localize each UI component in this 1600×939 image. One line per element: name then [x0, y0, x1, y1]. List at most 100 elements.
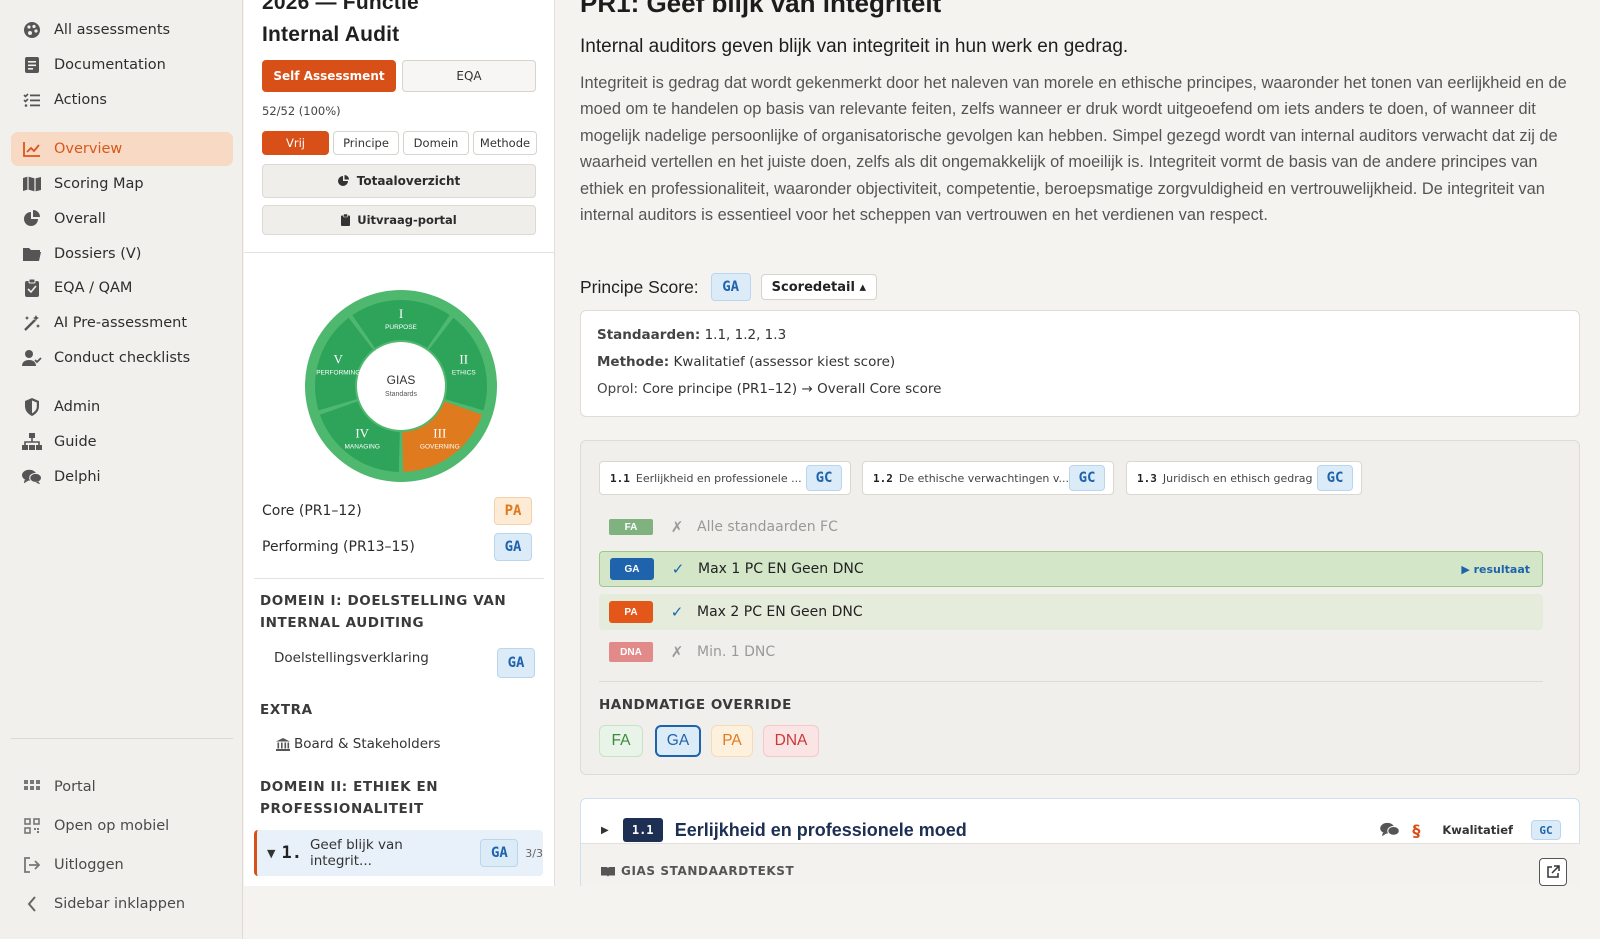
- sidebar-item-dossiers[interactable]: Dossiers (V): [11, 237, 233, 271]
- override-dna-button[interactable]: DNA: [763, 725, 819, 757]
- principle-badge: GA: [480, 839, 519, 867]
- wheel-segment-label: GOVERNING: [420, 443, 460, 450]
- sidebar-item-uitloggen[interactable]: Uitloggen: [11, 848, 233, 882]
- principle-score-label: Principe Score:: [580, 276, 699, 297]
- principle-score-row: Principe Score: GA Scoredetail ▴: [580, 271, 877, 303]
- domain-2-heading: DOMEIN II: ETHIEK EN PROFESSIONALITEIT: [260, 779, 439, 817]
- filter-vrij[interactable]: Vrij: [262, 131, 329, 155]
- sidebar-item-label: Guide: [54, 434, 97, 450]
- comments-icon[interactable]: [1380, 822, 1401, 838]
- sidebar-item-conduct-checklists[interactable]: Conduct checklists: [11, 341, 233, 375]
- score-row-core[interactable]: Core (PR1–12) PA: [262, 496, 532, 526]
- standard-code: 1.2: [873, 471, 893, 485]
- sidebar-collapse-button[interactable]: Sidebar inklappen: [11, 887, 233, 921]
- standards-value: 1.1, 1.2, 1.3: [704, 327, 787, 343]
- sidebar-item-documentation[interactable]: Documentation: [11, 48, 233, 82]
- magic-wand-icon: [22, 313, 42, 333]
- sidebar-item-ai-pre-assessment[interactable]: AI Pre-assessment: [11, 306, 233, 340]
- rule-row-fa: FA ✗ Alle standaarden FC: [599, 509, 1543, 545]
- check-icon: ✓: [671, 560, 685, 578]
- wheel-segment-numeral: I: [399, 306, 403, 321]
- sidebar-item-scoring-map[interactable]: Scoring Map: [11, 167, 233, 201]
- sidebar-item-label: Uitloggen: [54, 857, 124, 873]
- score-label: Core (PR1–12): [262, 503, 362, 519]
- score-label: Performing (PR13–15): [262, 539, 415, 555]
- standard-code: 1.3: [1137, 471, 1157, 485]
- standard-score-badge: GC: [1531, 820, 1561, 840]
- board-stakeholders-item[interactable]: Board & Stakeholders: [276, 736, 441, 752]
- totaaloverzicht-button[interactable]: Totaaloverzicht: [262, 164, 536, 198]
- folder-icon: [22, 244, 42, 264]
- standard-badge: GC: [1317, 465, 1353, 491]
- sidebar-item-overview[interactable]: Overview: [11, 132, 233, 166]
- sidebar-item-actions[interactable]: Actions: [11, 83, 233, 117]
- score-row-performing[interactable]: Performing (PR13–15) GA: [262, 532, 532, 562]
- standards-label: Standaarden:: [597, 327, 701, 343]
- standard-badge: GC: [1069, 465, 1105, 491]
- method-label: Methode:: [597, 354, 670, 370]
- selected-principle-row[interactable]: ▼ 1. Geef blijk van integrit... GA 3/3: [254, 830, 543, 876]
- sidebar-item-guide[interactable]: Guide: [11, 425, 233, 459]
- standard-label: De ethische verwachtingen v...: [898, 471, 1069, 485]
- override-fa-button[interactable]: FA: [599, 725, 643, 757]
- filter-domein[interactable]: Domein: [403, 131, 469, 155]
- standard-title: Eerlijkheid en professionele moed: [674, 819, 967, 840]
- sidebar-item-label: Overview: [54, 141, 123, 157]
- wheel-segment-numeral: V: [334, 352, 344, 367]
- checklist-icon: [22, 90, 42, 110]
- sidebar-item-eqa-qam[interactable]: EQA / QAM: [11, 271, 233, 305]
- sidebar-item-open-op-mobiel[interactable]: Open op mobiel: [11, 809, 233, 843]
- sidebar-item-label: Portal: [54, 779, 96, 795]
- gias-standard-text-bar: GIAS STANDAARDTEKST: [581, 843, 1580, 886]
- rule-text: Alle standaarden FC: [697, 519, 838, 535]
- standard-tab-1-2[interactable]: 1.2 De ethische verwachtingen v... GC: [862, 461, 1114, 495]
- sidebar-item-label: Scoring Map: [54, 176, 144, 192]
- assessment-title-line2: Internal Audit: [262, 23, 400, 46]
- section-icon[interactable]: §: [1412, 821, 1420, 840]
- override-ga-button[interactable]: GA: [655, 725, 701, 757]
- wheel-segment-numeral: III: [433, 425, 446, 440]
- sidebar-item-label: Conduct checklists: [54, 350, 191, 366]
- self-assessment-button[interactable]: Self Assessment: [262, 60, 396, 92]
- chart-line-icon: [22, 139, 42, 159]
- sidebar-item-label: AI Pre-assessment: [54, 315, 188, 331]
- gias-standard-text-label: GIAS STANDAARDTEKST: [601, 864, 794, 878]
- wheel-center-title: GIAS: [386, 373, 416, 387]
- sidebar-item-overall[interactable]: Overall: [11, 202, 233, 236]
- sidebar-item-label: Documentation: [54, 57, 166, 73]
- sidebar-item-admin[interactable]: Admin: [11, 390, 233, 424]
- sidebar-item-delphi[interactable]: Delphi: [11, 460, 233, 494]
- sidebar-divider: [11, 738, 233, 739]
- cross-icon: ✗: [670, 518, 684, 536]
- standard-tab-1-1[interactable]: 1.1 Eerlijkheid en professionele ... GC: [599, 461, 851, 495]
- eqa-button[interactable]: EQA: [402, 60, 536, 92]
- chevron-right-icon: ▶: [601, 824, 609, 836]
- gias-wheel[interactable]: I PURPOSE II ETHICS III GOVERNING IV MANAGING V P…: [303, 288, 499, 484]
- sidebar-item-portal[interactable]: Portal: [11, 770, 233, 804]
- filter-principe[interactable]: Principe: [333, 131, 399, 155]
- standard-code-badge: 1.1: [622, 818, 663, 842]
- resultaat-link[interactable]: ▶ resultaat: [1461, 563, 1530, 576]
- sidebar-item-label: Sidebar inklappen: [54, 896, 186, 912]
- method-value: Kwalitatief (assessor kiest score): [673, 354, 896, 370]
- open-external-icon[interactable]: [1539, 858, 1567, 886]
- sidebar-item-label: Open op mobiel: [54, 818, 170, 834]
- rule-pill: DNA: [609, 642, 653, 662]
- scoredetail-button[interactable]: Scoredetail ▴: [760, 274, 877, 300]
- sidebar-item-label: Dossiers (V): [54, 246, 142, 262]
- oprol-line: Oprol: Core principe (PR1–12) → Overall …: [597, 381, 941, 397]
- override-pa-button[interactable]: PA: [711, 725, 753, 757]
- chevron-left-icon: [22, 894, 42, 914]
- clipboard-icon: [22, 278, 42, 298]
- filter-methode[interactable]: Methode: [473, 131, 537, 155]
- rule-row-ga: GA ✓ Max 1 PC EN Geen DNC ▶ resultaat: [599, 551, 1543, 587]
- map-icon: [22, 174, 42, 194]
- assessment-panel: 2026 — Functie Internal Audit Self Asses…: [244, 0, 555, 886]
- uitvraag-portal-button[interactable]: Uitvraag-portal: [262, 205, 536, 235]
- domain-1-item[interactable]: Doelstellingsverklaring: [274, 650, 429, 666]
- wheel-segment-numeral: IV: [355, 425, 369, 440]
- sidebar-item-all-assessments[interactable]: All assessments: [11, 13, 233, 47]
- standard-tab-1-3[interactable]: 1.3 Juridisch en ethisch gedrag GC: [1126, 461, 1362, 495]
- method-line: Methode: Kwalitatief (assessor kiest sco…: [597, 354, 895, 370]
- standard-section-header[interactable]: ▶ 1.1 Eerlijkheid en professionele moed …: [581, 815, 1580, 845]
